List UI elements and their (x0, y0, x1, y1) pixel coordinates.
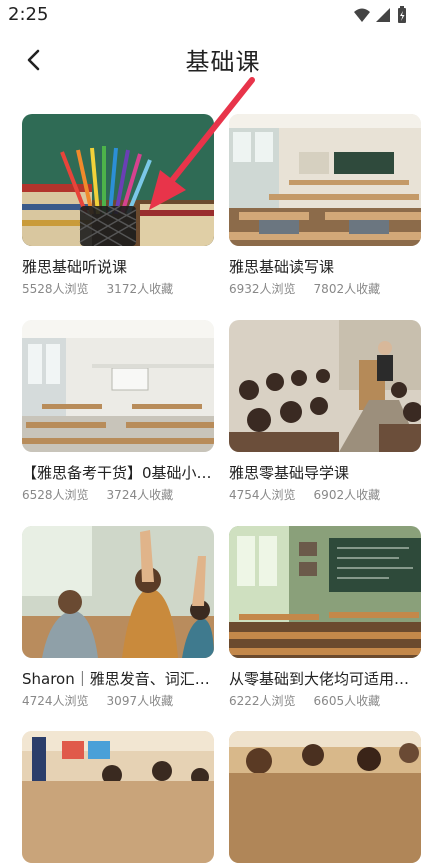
course-thumbnail (22, 320, 214, 452)
favorite-count: 6902人收藏 (313, 488, 381, 502)
course-meta: 4724人浏览 3097人收藏 (22, 692, 173, 709)
wifi-icon (354, 8, 370, 22)
course-meta: 5528人浏览 3172人收藏 (22, 280, 173, 297)
course-meta: 6932人浏览 7802人收藏 (229, 280, 380, 297)
favorite-count: 7802人收藏 (313, 282, 381, 296)
course-thumbnail (22, 114, 214, 246)
view-count: 4724人浏览 (22, 694, 89, 708)
status-icons (354, 6, 406, 23)
course-card[interactable]: 雅思基础读写课 6932人浏览 7802人收藏 (229, 114, 421, 304)
course-meta: 4754人浏览 6902人收藏 (229, 486, 380, 503)
course-meta: 6222人浏览 6605人收藏 (229, 692, 380, 709)
view-count: 6932人浏览 (229, 282, 296, 296)
page-title: 基础课 (185, 48, 261, 76)
favorite-count: 3097人收藏 (106, 694, 174, 708)
course-thumbnail (22, 526, 214, 658)
view-count: 6222人浏览 (229, 694, 296, 708)
course-card[interactable]: 从零基础到大佬均可适用的雅思课程 6222人浏览 6605人收藏 (229, 526, 421, 716)
course-title: 雅思基础听说课 (22, 258, 128, 276)
view-count: 6528人浏览 (22, 488, 89, 502)
header: 基础课 (0, 32, 446, 88)
status-bar: 2:25 (0, 0, 446, 32)
favorite-count: 3724人收藏 (106, 488, 174, 502)
signal-icon (376, 8, 390, 22)
status-time: 2:25 (8, 4, 49, 25)
course-card[interactable]: 雅思基础听说课 5528人浏览 3172人收藏 (22, 114, 214, 304)
course-thumbnail (229, 731, 421, 863)
course-card[interactable] (229, 731, 421, 863)
course-title: 雅思零基础导学课 (229, 464, 350, 482)
course-thumbnail (229, 320, 421, 452)
view-count: 5528人浏览 (22, 282, 89, 296)
favorite-count: 3172人收藏 (106, 282, 174, 296)
course-title: 雅思基础读写课 (229, 258, 335, 276)
course-title: 【雅思备考干货】0基础小白到7分+... (22, 464, 214, 482)
course-thumbnail (22, 731, 214, 863)
course-title: 从零基础到大佬均可适用的雅思课程 (229, 670, 421, 688)
course-thumbnail (229, 526, 421, 658)
favorite-count: 6605人收藏 (313, 694, 381, 708)
course-title: Sharon｜雅思发音、词汇、语法... (22, 670, 214, 688)
course-card[interactable]: 雅思零基础导学课 4754人浏览 6902人收藏 (229, 320, 421, 510)
course-meta: 6528人浏览 3724人收藏 (22, 486, 173, 503)
course-card[interactable] (22, 731, 214, 863)
battery-icon (398, 6, 406, 23)
view-count: 4754人浏览 (229, 488, 296, 502)
course-card[interactable]: Sharon｜雅思发音、词汇、语法... 4724人浏览 3097人收藏 (22, 526, 214, 716)
course-thumbnail (229, 114, 421, 246)
course-card[interactable]: 【雅思备考干货】0基础小白到7分+... 6528人浏览 3724人收藏 (22, 320, 214, 510)
